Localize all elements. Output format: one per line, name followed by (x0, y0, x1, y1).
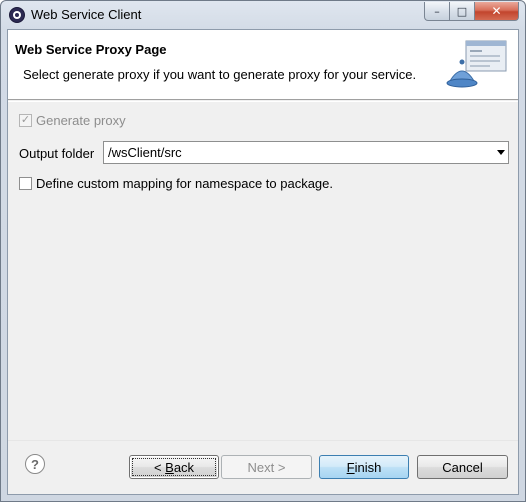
chevron-down-icon[interactable] (497, 150, 505, 155)
maximize-button[interactable]: □ (450, 2, 475, 21)
cancel-button-label: Cancel (442, 459, 483, 475)
eclipse-app-icon (9, 7, 25, 23)
custom-mapping-row: Define custom mapping for namespace to p… (19, 176, 333, 191)
finish-button-mnemonic: F (346, 459, 355, 475)
output-folder-value: /wsClient/src (108, 145, 182, 160)
banner-separator (8, 101, 518, 102)
finish-button[interactable]: Finish (319, 455, 409, 479)
custom-mapping-checkbox[interactable] (19, 177, 32, 190)
back-button-prefix: < (153, 459, 166, 475)
close-icon: ✕ (491, 4, 502, 18)
title-bar[interactable]: Web Service Client – □ ✕ (1, 1, 525, 29)
page-title: Web Service Proxy Page (15, 42, 167, 57)
output-folder-combo[interactable]: /wsClient/src (103, 141, 509, 164)
minimize-button[interactable]: – (424, 2, 450, 21)
back-button[interactable]: < Back (129, 455, 219, 479)
generate-proxy-checkbox[interactable]: ✓ (19, 114, 32, 127)
back-button-mnemonic: B (165, 459, 174, 475)
generate-proxy-row: ✓ Generate proxy (19, 113, 126, 128)
wizard-banner: Web Service Proxy Page Select generate p… (8, 30, 518, 100)
help-button[interactable]: ? (25, 454, 45, 474)
custom-mapping-label: Define custom mapping for namespace to p… (36, 176, 334, 191)
dialog-content: Web Service Proxy Page Select generate p… (7, 29, 519, 495)
page-description: Select generate proxy if you want to gen… (23, 67, 417, 82)
finish-button-rest: inish (354, 459, 382, 475)
close-button[interactable]: ✕ (475, 2, 519, 21)
back-button-rest: ack (173, 459, 195, 475)
window-controls: – □ ✕ (424, 2, 519, 22)
service-bell-icon (446, 40, 507, 88)
output-folder-label: Output folder (19, 146, 95, 161)
next-button-label: Next > (247, 459, 286, 475)
cancel-button[interactable]: Cancel (417, 455, 508, 479)
maximize-icon: □ (456, 4, 468, 18)
dialog-window: Web Service Client – □ ✕ Web Service Pro… (0, 0, 526, 502)
help-icon: ? (31, 456, 39, 472)
minimize-icon: – (434, 4, 440, 18)
window-title: Web Service Client (31, 7, 142, 22)
footer-separator (8, 440, 518, 441)
next-button[interactable]: Next > (221, 455, 312, 479)
generate-proxy-label: Generate proxy (36, 113, 126, 128)
